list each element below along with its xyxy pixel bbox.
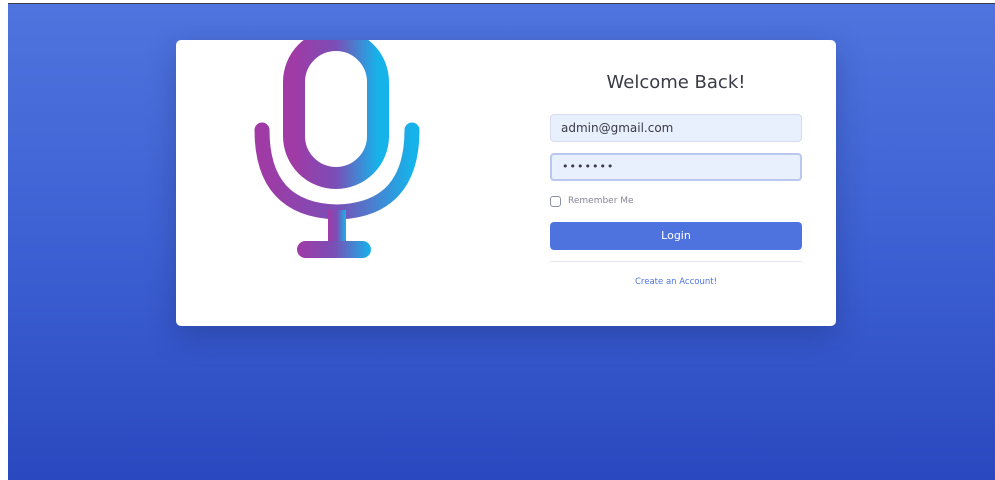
create-account-link[interactable]: Create an Account! — [550, 277, 802, 287]
remember-me-checkbox[interactable] — [550, 196, 561, 207]
microphone-icon — [254, 40, 420, 258]
remember-me-label: Remember Me — [568, 195, 634, 206]
password-input[interactable]: ••••••• — [550, 153, 802, 181]
page-background: Welcome Back! admin@gmail.com ••••••• Re… — [8, 3, 995, 480]
login-card: Welcome Back! admin@gmail.com ••••••• Re… — [176, 40, 836, 326]
divider — [550, 261, 802, 262]
page-title: Welcome Back! — [606, 72, 746, 93]
login-button[interactable]: Login — [550, 222, 802, 250]
remember-me[interactable]: Remember Me — [550, 194, 634, 207]
email-input[interactable]: admin@gmail.com — [550, 114, 802, 142]
